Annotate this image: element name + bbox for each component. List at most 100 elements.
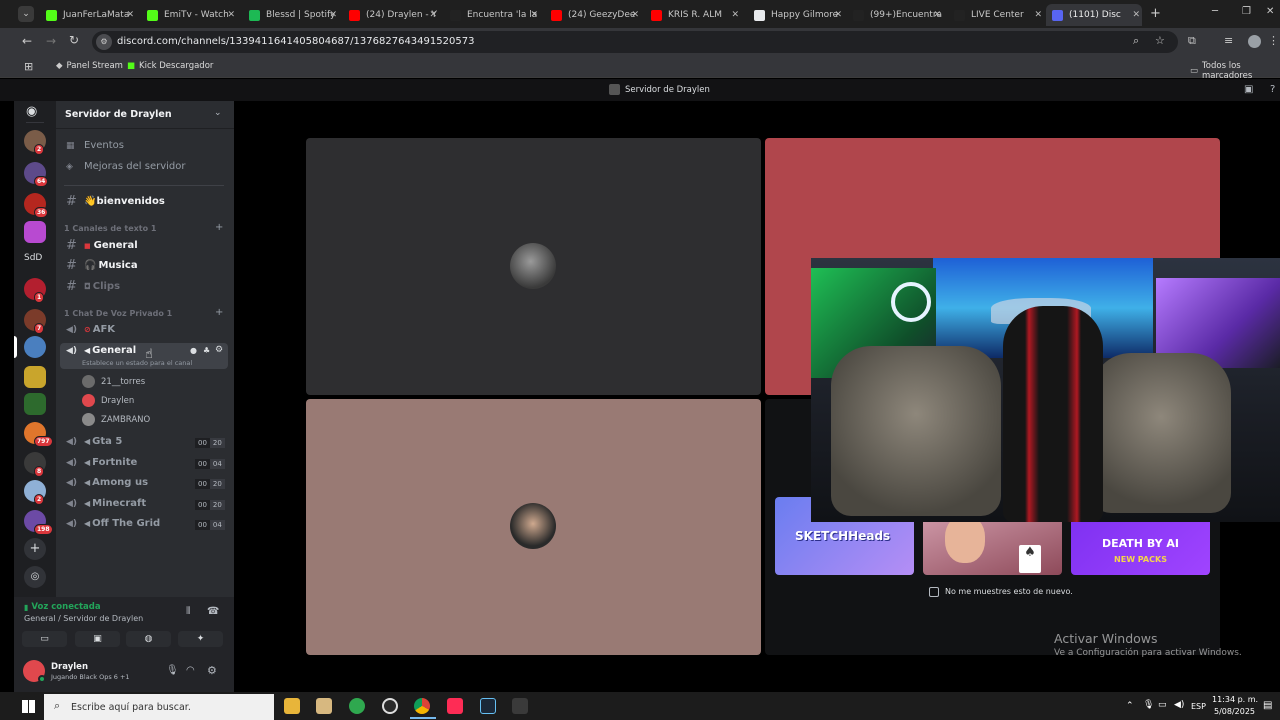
tab-close-icon[interactable]: ✕ [126,10,134,20]
minimize-button[interactable]: ─ [1212,6,1218,17]
category-voice-channels[interactable]: 1 Chat De Voz Privado 1 [64,309,172,318]
tab-close-icon[interactable]: ✕ [1034,10,1042,20]
channel-bienvenidos[interactable]: # 👋bienvenidos [66,194,165,209]
browser-tab[interactable]: (1101) Disc ✕ [1046,4,1142,26]
voice-user[interactable]: Draylen [82,394,134,407]
discord-home-icon[interactable]: ◉ [26,104,37,119]
zoom-icon[interactable]: ⌕ [1133,34,1139,48]
bookmark-star-icon[interactable]: ☆ [1155,34,1165,47]
tray-network-icon[interactable]: ▭ [1158,700,1167,710]
language-indicator[interactable]: ESP [1191,702,1206,711]
windows-start-icon[interactable] [22,700,35,713]
microphone-icon[interactable]: 🎙 [166,665,179,676]
guild-text-icon[interactable]: SdD [24,253,42,263]
voice-channel[interactable]: ◀) ◀ Fortnite [66,457,137,468]
browser-tab[interactable]: JuanFerLaMata ✕ [40,4,136,26]
activities-button[interactable]: ◍ [126,631,171,647]
browser-menu-icon[interactable]: ⋮ [1268,34,1279,47]
browser-tab[interactable]: Encuentra 'la la ✕ [444,4,540,26]
site-info-icon[interactable]: ⚙ [96,34,112,50]
voice-channel[interactable]: ◀) ◀ Among us [66,477,148,488]
add-server-icon[interactable]: + [24,538,46,560]
tiktok-icon[interactable] [447,698,463,714]
restore-button[interactable]: ❐ [1242,6,1251,17]
browser-tab[interactable]: Happy Gilmore ✕ [748,4,844,26]
voice-location[interactable]: General / Servidor de Draylen [24,614,143,623]
tab-close-icon[interactable]: ✕ [1132,10,1140,20]
clock-time[interactable]: 11:34 p. m. [1212,695,1258,704]
bookmark-panel-stream[interactable]: ◆ Panel Stream [56,61,123,71]
video-tile-user-3[interactable] [306,399,761,655]
tab-close-icon[interactable]: ✕ [530,10,538,20]
browser-tab[interactable]: (99+)Encuentra ✕ [847,4,943,26]
clock-date[interactable]: 5/08/2025 [1214,707,1255,716]
new-tab-button[interactable]: + [1150,6,1161,21]
voice-user[interactable]: ZAMBRANO [82,413,150,426]
voice-channel[interactable]: ◀) ◀ Gta 5 [66,436,122,447]
headphones-icon[interactable]: ◠ [186,665,195,676]
settings-gear-icon[interactable]: ⚙ [215,345,223,355]
disconnect-icon[interactable]: ☎ [207,606,219,617]
reload-button[interactable]: ↻ [69,33,79,47]
tab-close-icon[interactable]: ✕ [329,10,337,20]
voice-user[interactable]: 21__torres [82,375,145,388]
channel-clips[interactable]: # ◘ Clips [66,279,120,294]
stream-pip-overlay[interactable] [811,258,1280,522]
soundboard-button[interactable]: ✦ [178,631,223,647]
chat-icon[interactable]: ● [190,346,197,355]
notifications-icon[interactable]: ▤ [1263,700,1272,711]
voice-channel[interactable]: ◀) ◀ Minecraft [66,498,146,509]
server-icon[interactable] [24,221,46,243]
browser-tab[interactable]: EmiTv - Watch ✕ [141,4,237,26]
explore-icon[interactable]: ◎ [24,566,46,588]
channel-general-voice[interactable]: ◀) ◀ General [66,345,136,356]
inbox-icon[interactable]: ▣ [1244,84,1253,95]
dont-show-checkbox[interactable] [929,587,939,597]
forward-button[interactable]: → [46,34,56,48]
category-text-channels[interactable]: 1 Canales de texto 1 [64,224,156,233]
browser-tab[interactable]: (24) Draylen - Y ✕ [343,4,439,26]
channel-general[interactable]: # ■ General [66,238,138,253]
events-link[interactable]: ▦ Eventos [66,140,124,151]
server-icon[interactable] [24,366,46,388]
profile-avatar[interactable] [1248,35,1261,48]
video-tile-user-1[interactable] [306,138,761,395]
obs-icon[interactable] [382,698,398,714]
voice-channel[interactable]: ◀) ◀ Off The Grid [66,518,160,529]
media-control-icon[interactable]: ≡ [1224,34,1233,47]
chrome-icon[interactable] [414,698,430,714]
taskbar-search[interactable]: ⌕ Escribe aquí para buscar. [44,694,274,720]
file-explorer-icon[interactable] [284,698,300,714]
all-bookmarks[interactable]: ▭ Todos los marcadores [1190,61,1280,81]
user-settings-icon[interactable]: ⚙ [207,664,217,677]
browser-tab[interactable]: LIVE Center ✕ [948,4,1044,26]
tab-close-icon[interactable]: ✕ [429,10,437,20]
server-icon[interactable] [24,393,46,415]
server-icon[interactable] [24,336,46,358]
bookmark-kick-descargador[interactable]: ■ Kick Descargador [127,61,213,71]
screen-share-button[interactable]: ▣ [75,631,120,647]
add-channel-icon[interactable]: + [215,222,223,233]
tab-close-icon[interactable]: ✕ [731,10,739,20]
server-header[interactable]: Servidor de Draylen ⌄ [56,101,234,129]
apps-grid-icon[interactable]: ⊞ [24,60,33,73]
extensions-icon[interactable]: ⧉ [1188,34,1196,48]
app-green-icon[interactable] [349,698,365,714]
browser-tab[interactable]: KRIS R. ALM ✕ [645,4,741,26]
browser-tab[interactable]: (24) GeezyDee ✕ [545,4,641,26]
camera-button[interactable]: ▭ [22,631,67,647]
tab-close-icon[interactable]: ✕ [834,10,842,20]
browser-tab[interactable]: Blessd | Spotify ✕ [243,4,339,26]
noise-suppression-icon[interactable]: ⦀ [186,606,190,617]
media-player-icon[interactable] [316,698,332,714]
channel-musica[interactable]: # 🎧 Musica [66,258,138,273]
invite-icon[interactable]: ♣ [203,346,210,355]
tab-close-icon[interactable]: ✕ [933,10,941,20]
tray-chevron-icon[interactable]: ⌃ [1126,701,1134,711]
steam-icon[interactable] [480,698,496,714]
voice-connected-label[interactable]: ▮ Voz conectada [24,602,101,612]
tray-mic-icon[interactable]: 🎙 [1143,700,1154,710]
close-window-button[interactable]: ✕ [1266,6,1274,17]
boosts-link[interactable]: ◈ Mejoras del servidor [66,161,186,172]
tab-close-icon[interactable]: ✕ [227,10,235,20]
